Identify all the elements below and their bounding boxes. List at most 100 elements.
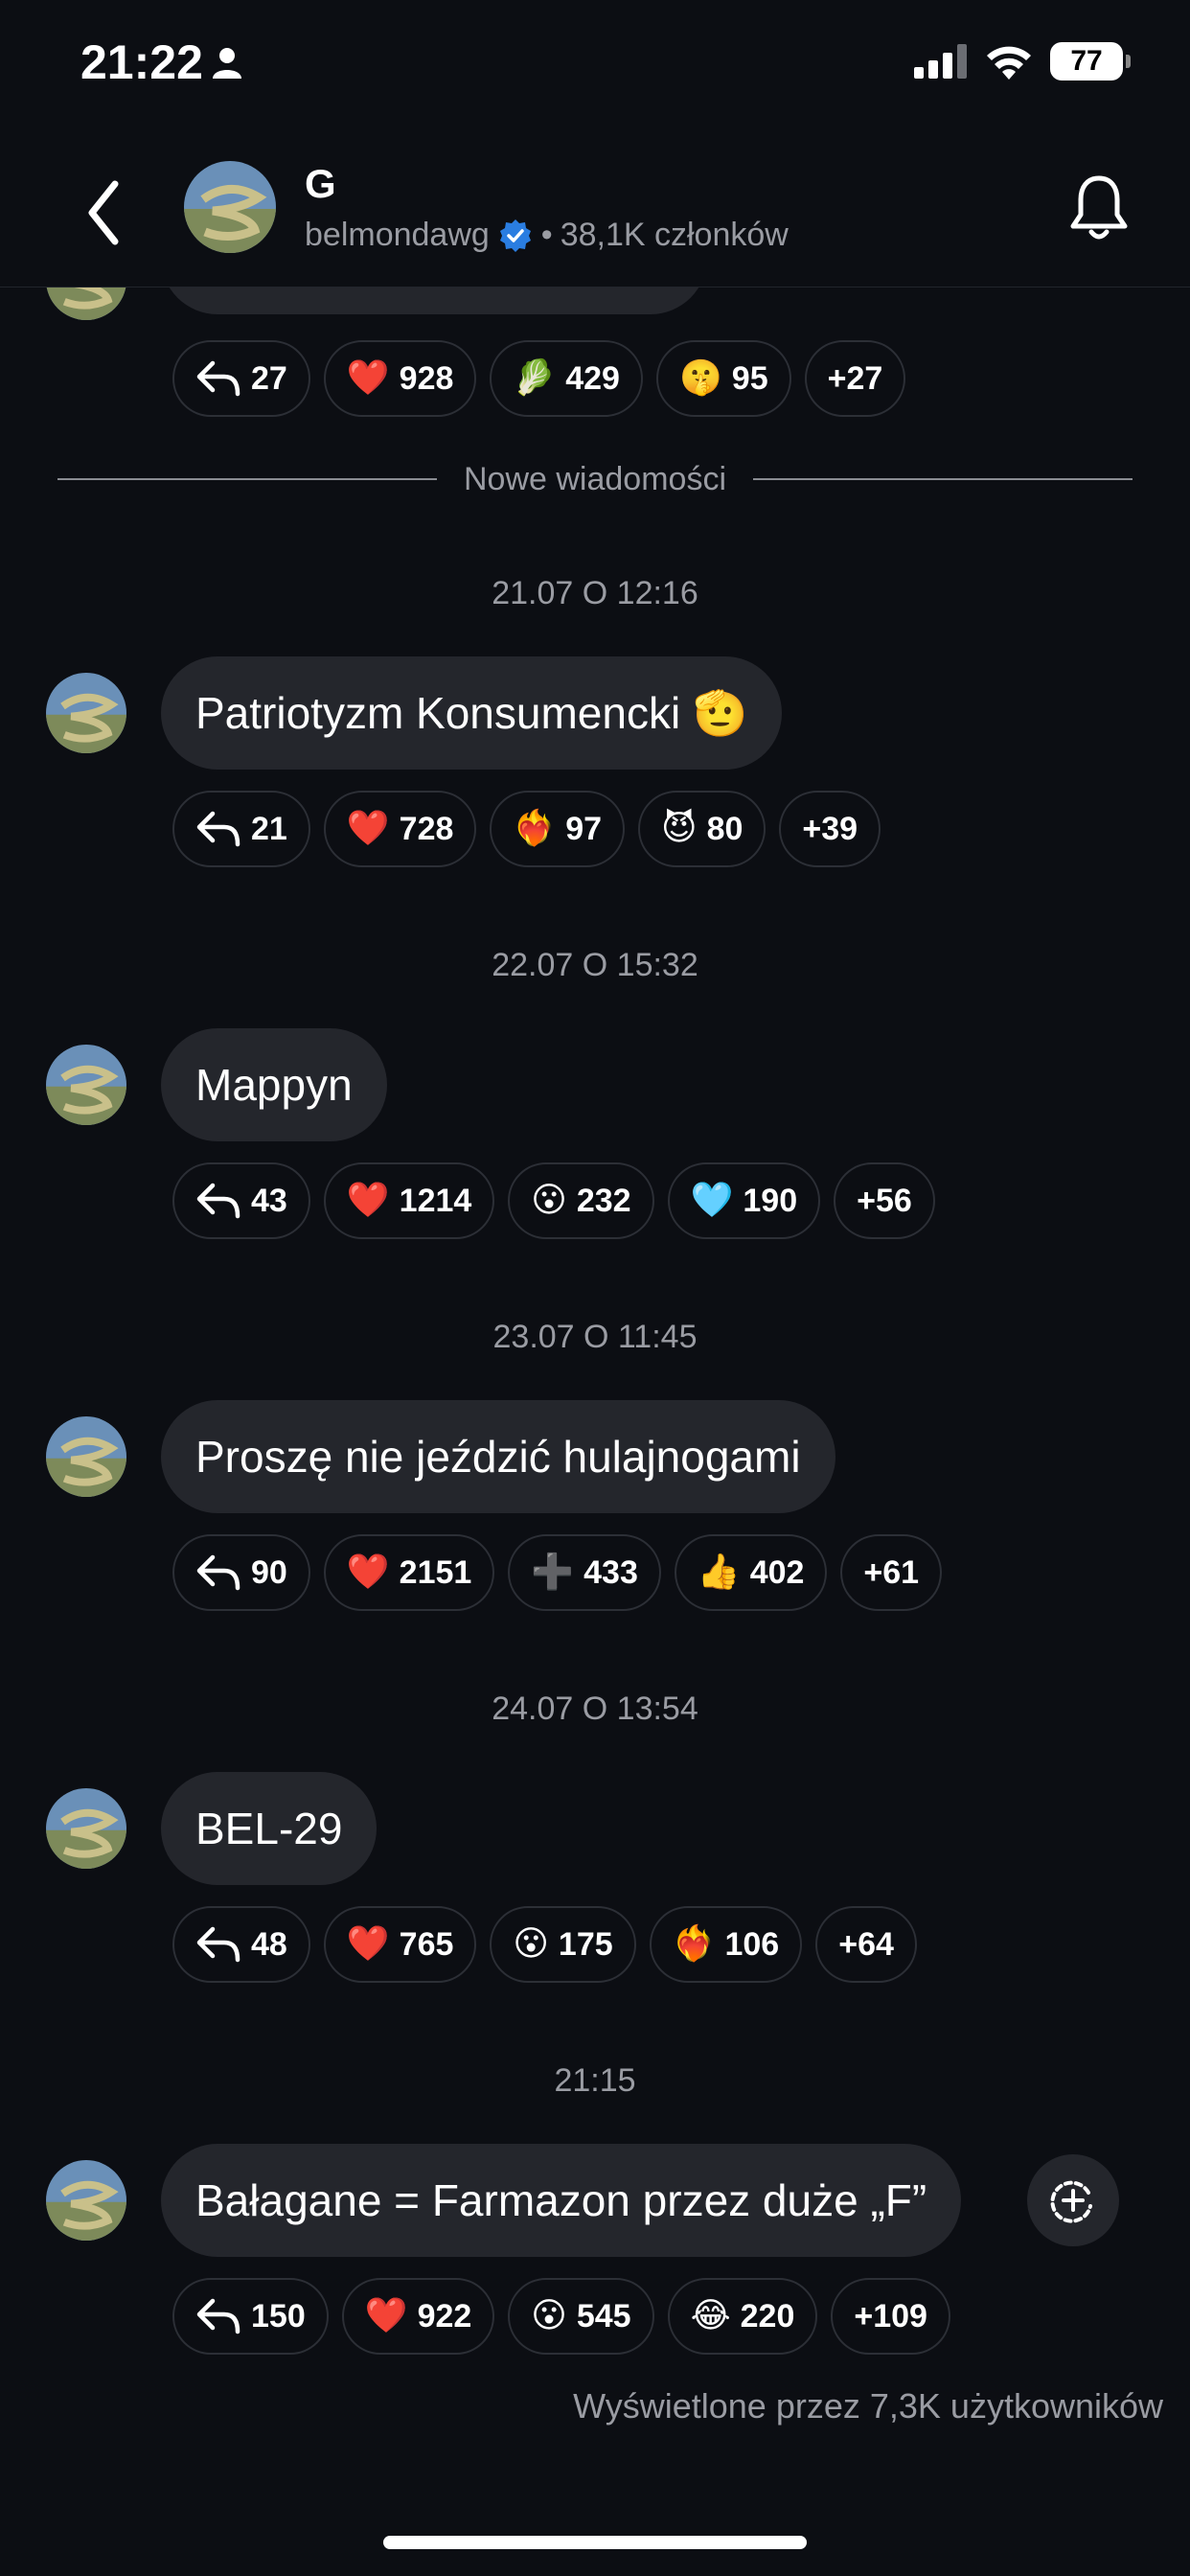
reaction-count: 21 <box>251 810 287 847</box>
reply-reaction-button[interactable]: 48 <box>172 1906 310 1983</box>
message-bubble[interactable]: Bałagane = Farmazon przez duże „F” <box>161 2144 962 2257</box>
reaction-row: 48 ❤️ 765 😮 175 ❤️‍🔥 106 +64 <box>172 1906 917 1983</box>
subtitle-separator: • <box>540 217 553 253</box>
date-separator: 21:15 <box>554 2062 636 2099</box>
reaction-count: +27 <box>827 359 883 397</box>
reaction-count: 220 <box>740 2297 795 2334</box>
reaction-count: 80 <box>706 810 744 847</box>
more-reactions-button[interactable]: +109 <box>831 2278 950 2355</box>
message-avatar[interactable] <box>46 1416 126 1497</box>
heart-reaction-button[interactable]: ❤️ 765 <box>323 1906 477 1983</box>
person-icon <box>213 48 241 79</box>
reaction-row: 150 ❤️ 922 😮 545 😂 220 +109 <box>172 2278 950 2355</box>
more-reactions-button[interactable]: +27 <box>804 340 906 417</box>
channel-subtitle: belmondawg • 38,1K członków <box>305 217 789 254</box>
heart-on-fire-icon: ❤️‍🔥 <box>672 1924 716 1964</box>
heart-icon: ❤️ <box>346 358 390 398</box>
reaction-count: 928 <box>399 359 454 397</box>
status-bar: 21:22 77 <box>0 0 1190 134</box>
date-separator: 22.07 O 15:32 <box>492 947 698 983</box>
devil-icon: 😈 <box>661 809 698 848</box>
reaction-count: +56 <box>857 1182 912 1219</box>
channel-title[interactable]: G <box>305 161 336 207</box>
heart-reaction-button[interactable]: ❤️ 728 <box>323 791 477 867</box>
reply-reaction-button[interactable]: 43 <box>172 1162 310 1239</box>
shush-icon: 🤫 <box>678 358 722 398</box>
reply-reaction-button[interactable]: 150 <box>172 2278 329 2355</box>
heart-icon: ❤️ <box>346 809 390 848</box>
more-reactions-button[interactable]: +61 <box>840 1534 943 1611</box>
message-avatar[interactable] <box>46 2160 126 2241</box>
date-separator: 24.07 O 13:54 <box>492 1690 698 1727</box>
reply-icon <box>196 1554 240 1591</box>
plus-icon: ➕ <box>531 1552 575 1592</box>
verified-badge-icon <box>499 218 531 252</box>
surprised-reaction-button[interactable]: 😮 175 <box>490 1906 636 1983</box>
message-avatar[interactable] <box>46 673 126 753</box>
message-avatar[interactable] <box>46 288 126 320</box>
surprised-icon: 😮 <box>531 2296 567 2335</box>
reaction-count: 95 <box>731 359 768 397</box>
heart-reaction-button[interactable]: ❤️ 1214 <box>323 1162 495 1239</box>
message-bubble[interactable]: Mappyn <box>161 1028 387 1141</box>
reply-reaction-button[interactable]: 27 <box>172 340 310 417</box>
reply-reaction-button[interactable]: 90 <box>172 1534 310 1611</box>
new-messages-label: Nowe wiadomości <box>464 460 726 497</box>
reply-reaction-button[interactable]: 21 <box>172 791 310 867</box>
reaction-count: 190 <box>743 1182 798 1219</box>
heart-on-fire-reaction-button[interactable]: ❤️‍🔥 106 <box>649 1906 803 1983</box>
plus-reaction-button[interactable]: ➕ 433 <box>508 1534 661 1611</box>
heart-reaction-button[interactable]: ❤️ 928 <box>323 340 477 417</box>
message-bubble[interactable]: Patriotyzm Konsumencki 🫡 <box>161 656 783 770</box>
light-blue-heart-icon: 🩵 <box>690 1181 734 1220</box>
reaction-count: 765 <box>399 1925 454 1963</box>
divider-line <box>57 478 437 480</box>
laughing-reaction-button[interactable]: 😂 220 <box>667 2278 818 2355</box>
member-count: 38,1K członków <box>560 217 789 253</box>
message-text: Mappyn <box>195 1060 353 1110</box>
more-reactions-button[interactable]: +56 <box>834 1162 935 1239</box>
thumbs-up-reaction-button[interactable]: 👍 402 <box>674 1534 828 1611</box>
views-count: Wyświetlone przez 7,3K użytkowników <box>573 2386 1163 2426</box>
leafy-greens-reaction-button[interactable]: 🥬 429 <box>490 340 643 417</box>
message-feed[interactable]: 27 ❤️ 928 🥬 429 🤫 95 +27 Nowe wiadomości 21.07 … <box>0 288 1190 2492</box>
notification-bell-button[interactable] <box>1065 172 1133 245</box>
reaction-count: 433 <box>584 1553 638 1591</box>
reply-icon <box>196 811 240 847</box>
home-indicator[interactable] <box>383 2536 807 2549</box>
status-indicators: 77 <box>914 42 1131 80</box>
heart-reaction-button[interactable]: ❤️ 2151 <box>323 1534 495 1611</box>
heart-reaction-button[interactable]: ❤️ 922 <box>341 2278 495 2355</box>
reply-icon <box>196 1926 240 1963</box>
avatar-image-icon <box>46 673 126 753</box>
channel-avatar[interactable] <box>184 161 276 253</box>
avatar-image-icon <box>46 1416 126 1497</box>
more-reactions-button[interactable]: +64 <box>815 1906 917 1983</box>
devil-reaction-button[interactable]: 😈 80 <box>638 791 767 867</box>
reaction-count: 922 <box>417 2297 472 2334</box>
reaction-count: 106 <box>724 1925 780 1963</box>
forward-button[interactable] <box>1027 2154 1119 2246</box>
heart-icon: ❤️ <box>364 2296 408 2335</box>
message-bubble[interactable]: BEL-29 <box>161 1772 378 1885</box>
laughing-icon: 😂 <box>690 2296 731 2335</box>
light-blue-heart-reaction-button[interactable]: 🩵 190 <box>667 1162 821 1239</box>
message-bubble[interactable]: Proszę nie jeździć hulajnogami <box>161 1400 835 1513</box>
message-bubble-previous[interactable] <box>161 288 707 314</box>
reaction-count: +61 <box>863 1553 920 1591</box>
leafy-greens-icon: 🥬 <box>513 358 557 398</box>
surprised-reaction-button[interactable]: 😮 232 <box>508 1162 654 1239</box>
forward-icon <box>1050 2180 1092 2223</box>
shush-reaction-button[interactable]: 🤫 95 <box>655 340 791 417</box>
reply-icon <box>196 360 240 397</box>
more-reactions-button[interactable]: +39 <box>779 791 881 867</box>
heart-on-fire-reaction-button[interactable]: ❤️‍🔥 97 <box>490 791 626 867</box>
reaction-count: +39 <box>802 810 858 847</box>
reaction-count: 43 <box>251 1182 287 1219</box>
back-button[interactable] <box>80 174 128 251</box>
message-avatar[interactable] <box>46 1788 126 1869</box>
surprised-reaction-button[interactable]: 😮 545 <box>508 2278 654 2355</box>
reaction-count: 2151 <box>399 1553 472 1591</box>
message-avatar[interactable] <box>46 1045 126 1125</box>
avatar-image-icon <box>46 1045 126 1125</box>
